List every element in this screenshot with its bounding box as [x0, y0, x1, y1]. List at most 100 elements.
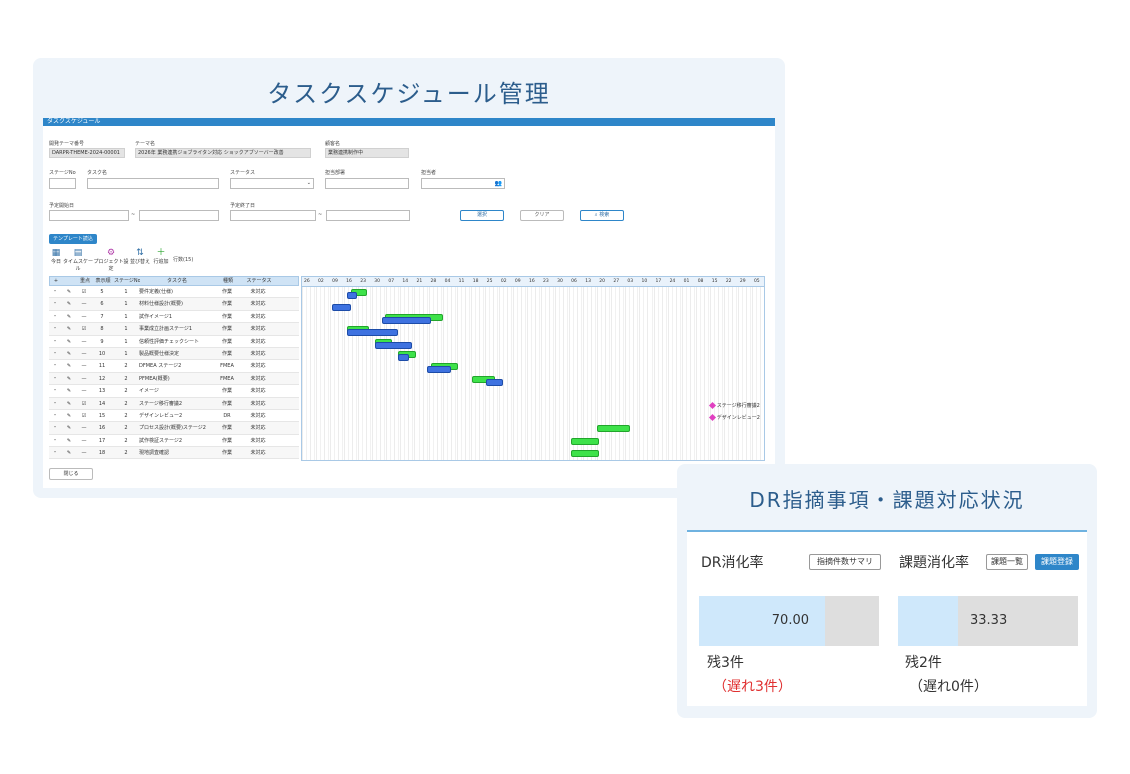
- type-cell[interactable]: FMEA: [213, 373, 241, 384]
- row-menu-icon[interactable]: ⁃: [49, 447, 61, 458]
- edit-icon[interactable]: ✎: [61, 398, 77, 409]
- unchecked-icon[interactable]: —: [77, 385, 91, 396]
- edit-icon[interactable]: ✎: [61, 323, 77, 334]
- type-cell[interactable]: 作業: [213, 398, 241, 409]
- toolbar-sort[interactable]: ⇅ 並び替え: [129, 248, 151, 265]
- dept-input[interactable]: [325, 178, 409, 189]
- unchecked-icon[interactable]: —: [77, 348, 91, 359]
- edit-icon[interactable]: ✎: [61, 336, 77, 347]
- status-cell[interactable]: 未対応: [241, 336, 275, 347]
- edit-icon[interactable]: ✎: [61, 385, 77, 396]
- table-row[interactable]: ⁃ ✎ — 6 1 材料仕様設計(概要) 作業 未対応: [49, 298, 299, 311]
- status-cell[interactable]: 未対応: [241, 298, 275, 309]
- row-menu-icon[interactable]: ⁃: [49, 336, 61, 347]
- issue-list-button[interactable]: 課題一覧: [986, 554, 1028, 570]
- type-cell[interactable]: 作業: [213, 447, 241, 458]
- edit-icon[interactable]: ✎: [61, 435, 77, 446]
- template-load-button[interactable]: テンプレート読込: [49, 234, 97, 244]
- unchecked-icon[interactable]: —: [77, 336, 91, 347]
- edit-icon[interactable]: ✎: [61, 410, 77, 421]
- gantt-actual-bar[interactable]: [397, 354, 409, 361]
- status-cell[interactable]: 未対応: [241, 348, 275, 359]
- close-button[interactable]: 閉じる: [49, 468, 93, 480]
- grid-col-header[interactable]: ステータス: [242, 277, 276, 285]
- gantt-actual-bar[interactable]: [346, 292, 357, 299]
- gantt-plan-bar[interactable]: [570, 450, 599, 458]
- checked-icon[interactable]: ☑: [77, 286, 91, 297]
- gantt-actual-bar[interactable]: [375, 341, 412, 349]
- unchecked-icon[interactable]: —: [77, 298, 91, 309]
- grid-col-header[interactable]: +: [50, 277, 62, 285]
- select-button[interactable]: 選択: [460, 210, 504, 221]
- table-row[interactable]: ⁃ ✎ — 10 1 製品概要仕様決定 作業 未対応: [49, 347, 299, 361]
- table-row[interactable]: ⁃ ✎ — 12 2 PFMEA(概要) FMEA 未対応: [49, 372, 299, 386]
- row-menu-icon[interactable]: ⁃: [49, 323, 61, 334]
- row-menu-icon[interactable]: ⁃: [49, 410, 61, 421]
- type-cell[interactable]: 作業: [213, 385, 241, 396]
- edit-icon[interactable]: ✎: [61, 286, 77, 297]
- grid-col-header[interactable]: 表示順: [92, 277, 114, 285]
- row-menu-icon[interactable]: ⁃: [49, 348, 61, 359]
- row-menu-icon[interactable]: ⁃: [49, 398, 61, 409]
- unchecked-icon[interactable]: —: [77, 360, 91, 371]
- type-cell[interactable]: 作業: [213, 298, 241, 309]
- people-icon[interactable]: 👥: [495, 179, 502, 188]
- status-cell[interactable]: 未対応: [241, 398, 275, 409]
- plan-end-from-input[interactable]: [230, 210, 316, 221]
- table-row[interactable]: ⁃ ✎ — 18 2 現地調査確認 作業 未対応: [49, 447, 299, 460]
- type-cell[interactable]: 作業: [213, 286, 241, 297]
- toolbar-project-settings[interactable]: ⚙ プロジェクト設定: [93, 248, 129, 272]
- table-row[interactable]: ⁃ ✎ — 17 2 試作検証ステージ2 作業 未対応: [49, 435, 299, 448]
- status-cell[interactable]: 未対応: [241, 286, 275, 297]
- table-row[interactable]: ⁃ ✎ ☑ 15 2 デザインレビュー2 DR 未対応: [49, 410, 299, 423]
- edit-icon[interactable]: ✎: [61, 422, 77, 433]
- grid-col-header[interactable]: ステージNo: [114, 277, 140, 285]
- finding-summary-button[interactable]: 指摘件数サマリ: [809, 554, 881, 570]
- table-row[interactable]: ⁃ ✎ — 11 2 DFMEA ステージ2 FMEA 未対応: [49, 360, 299, 373]
- table-row[interactable]: ⁃ ✎ — 7 1 試作イメージ1 作業 未対応: [49, 311, 299, 324]
- unchecked-icon[interactable]: —: [77, 422, 91, 433]
- edit-icon[interactable]: ✎: [61, 298, 77, 309]
- table-row[interactable]: ⁃ ✎ — 16 2 プロセス設計(概要)ステージ2 作業 未対応: [49, 422, 299, 435]
- table-row[interactable]: ⁃ ✎ ☑ 8 1 事業成立計画ステージ1 作業 未対応: [49, 323, 299, 336]
- status-cell[interactable]: 未対応: [241, 373, 275, 384]
- type-cell[interactable]: 作業: [213, 435, 241, 446]
- unchecked-icon[interactable]: —: [77, 311, 91, 322]
- grid-col-header[interactable]: 種類: [214, 277, 242, 285]
- toolbar-add-row[interactable]: ＋行追加: [151, 248, 171, 265]
- table-row[interactable]: ⁃ ✎ ☑ 5 1 要件定義(仕様) 作業 未対応: [49, 286, 299, 299]
- type-cell[interactable]: 作業: [213, 422, 241, 433]
- grid-col-header[interactable]: 重点: [78, 277, 92, 285]
- plan-end-to-input[interactable]: [326, 210, 410, 221]
- status-cell[interactable]: 未対応: [241, 435, 275, 446]
- checked-icon[interactable]: ☑: [77, 323, 91, 334]
- gantt-milestone[interactable]: ステージ移行審議2: [708, 401, 760, 409]
- edit-icon[interactable]: ✎: [61, 348, 77, 359]
- gantt-actual-bar[interactable]: [331, 304, 352, 312]
- checked-icon[interactable]: ☑: [77, 398, 91, 409]
- gantt-actual-bar[interactable]: [427, 366, 452, 374]
- plan-start-to-input[interactable]: [139, 210, 219, 221]
- table-row[interactable]: ⁃ ✎ ☑ 14 2 ステージ移行審議2 作業 未対応: [49, 397, 299, 410]
- search-button[interactable]: ⌕ 検索: [580, 210, 624, 221]
- unchecked-icon[interactable]: —: [77, 435, 91, 446]
- gantt-milestone[interactable]: デザインレビュー2: [708, 413, 760, 422]
- table-row[interactable]: ⁃ ✎ — 13 2 イメージ 作業 未対応: [49, 385, 299, 398]
- edit-icon[interactable]: ✎: [61, 311, 77, 322]
- type-cell[interactable]: DR: [213, 410, 241, 421]
- edit-icon[interactable]: ✎: [61, 360, 77, 371]
- gantt-actual-bar[interactable]: [346, 329, 398, 337]
- gantt-actual-bar[interactable]: [486, 378, 504, 386]
- status-cell[interactable]: 未対応: [241, 422, 275, 433]
- row-menu-icon[interactable]: ⁃: [49, 360, 61, 371]
- row-menu-icon[interactable]: ⁃: [49, 422, 61, 433]
- unchecked-icon[interactable]: —: [77, 447, 91, 458]
- row-menu-icon[interactable]: ⁃: [49, 435, 61, 446]
- checked-icon[interactable]: ☑: [77, 410, 91, 421]
- grid-col-header[interactable]: タスク名: [140, 277, 214, 285]
- type-cell[interactable]: 作業: [213, 336, 241, 347]
- row-menu-icon[interactable]: ⁃: [49, 311, 61, 322]
- task-name-input[interactable]: [87, 178, 219, 189]
- status-cell[interactable]: 未対応: [241, 410, 275, 421]
- row-menu-icon[interactable]: ⁃: [49, 373, 61, 384]
